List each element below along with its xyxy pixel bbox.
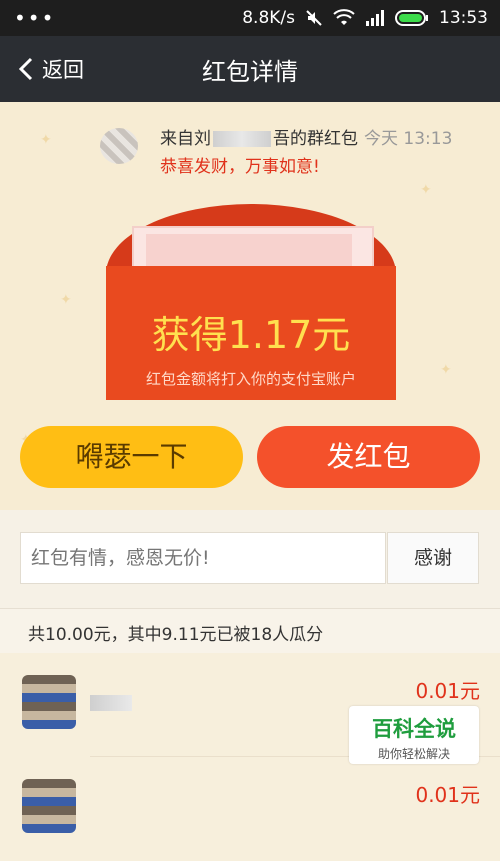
nav-bar: 返回 红包详情 (0, 36, 500, 102)
from-suffix: 的群红包 (290, 129, 358, 149)
recipient-amount: 0.01元 (415, 679, 480, 703)
status-right: 8.8K/s 13:53 (242, 8, 488, 28)
pattern-mark: ✦ (420, 182, 432, 198)
pattern-mark: ✦ (40, 132, 52, 148)
sender-name-end: 吾 (273, 129, 290, 149)
list-item[interactable]: 0.01元 (0, 757, 500, 861)
wifi-icon (333, 9, 355, 25)
pattern-mark: ✦ (60, 292, 72, 308)
red-envelope: 获得1.17元 红包金额将打入你的支付宝账户 (106, 204, 396, 400)
envelope-note: 红包金额将打入你的支付宝账户 (145, 370, 356, 388)
thanks-input[interactable] (20, 532, 386, 584)
from-prefix: 来自 (160, 129, 194, 149)
network-speed: 8.8K/s (242, 8, 295, 28)
pattern-mark: ✦ (440, 362, 452, 378)
sent-time: 今天 13:13 (364, 129, 453, 149)
avatar (22, 675, 76, 729)
watermark-logo: 百科全说 助你轻松解决 (349, 706, 479, 764)
summary-bar: 共10.00元，其中9.11元已被18人瓜分 (0, 608, 500, 654)
recipient-amount: 0.01元 (415, 783, 480, 807)
thanks-area: 感谢 (0, 510, 500, 608)
watermark-slogan: 助你轻松解决 (377, 747, 450, 761)
mute-icon (306, 10, 322, 26)
more-dots-icon: ••• (14, 6, 56, 30)
send-red-packet-button[interactable]: 发红包 (257, 426, 480, 488)
signal-icon (366, 10, 384, 26)
page-title: 红包详情 (202, 58, 298, 86)
thanks-button[interactable]: 感谢 (387, 532, 479, 584)
avatar (22, 779, 76, 833)
received-amount: 获得1.17元 (151, 313, 351, 357)
blessing-text: 恭喜发财，万事如意! (160, 157, 320, 177)
status-bar: ••• 8.8K/s 13:53 (0, 0, 500, 36)
sender-avatar (100, 128, 138, 164)
summary-text: 共10.00元，其中9.11元已被18人瓜分 (28, 625, 324, 645)
show-off-button[interactable]: 嘚瑟一下 (20, 426, 243, 488)
recipient-name-blur (90, 695, 132, 711)
sender-name-blur (213, 131, 271, 147)
battery-icon (395, 10, 428, 26)
sender-name-start: 刘 (194, 129, 211, 149)
status-time: 13:53 (439, 8, 488, 28)
watermark-brand: 百科全说 (372, 717, 456, 741)
sender-line: 来自刘 吾的群红包 今天 13:13 (160, 124, 452, 149)
